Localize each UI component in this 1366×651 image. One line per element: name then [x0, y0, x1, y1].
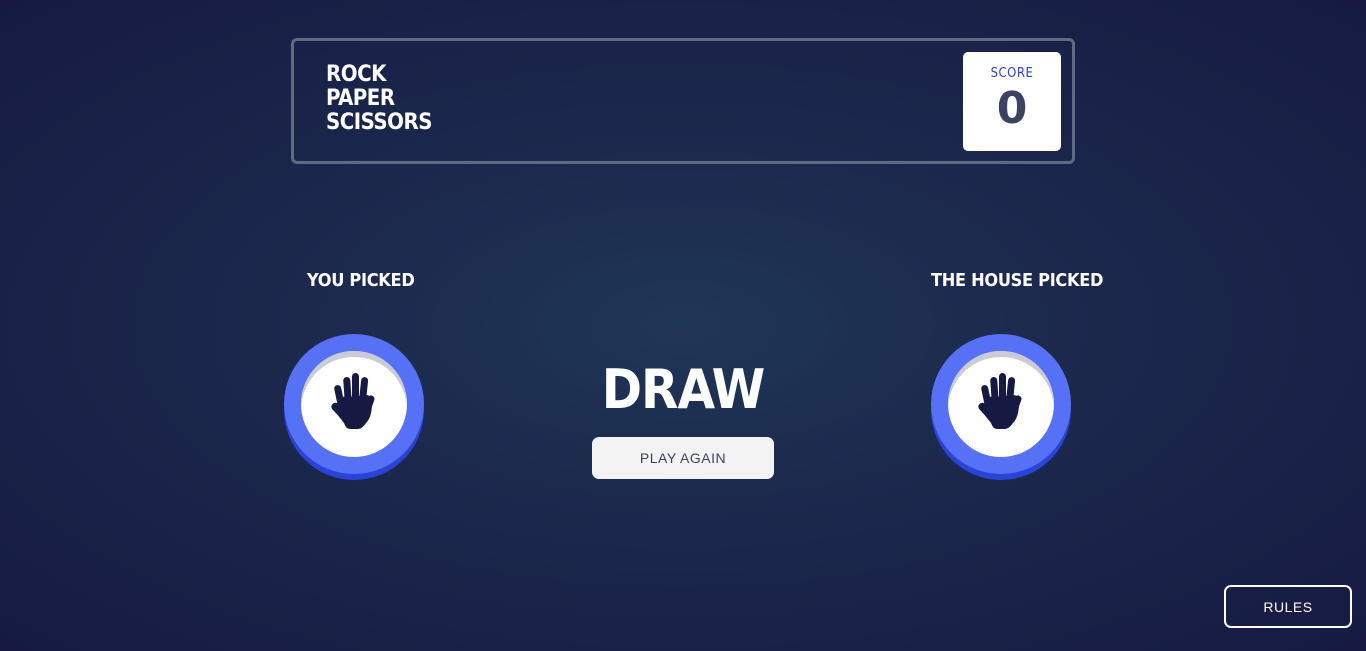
you-picked-label: YOU PICKED: [307, 270, 415, 291]
score-box: SCORE 0: [963, 52, 1061, 151]
play-again-button[interactable]: PLAY AGAIN: [592, 437, 774, 479]
game-header: ROCK PAPER SCISSORS SCORE 0: [291, 38, 1075, 164]
title-line-paper: PAPER: [326, 86, 395, 111]
result-text: DRAW: [601, 358, 766, 421]
rules-button[interactable]: RULES: [1224, 585, 1352, 628]
house-picked-label: THE HOUSE PICKED: [931, 270, 1104, 291]
title-line-rock: ROCK: [326, 62, 386, 87]
score-label: SCORE: [990, 66, 1034, 81]
score-value: 0: [996, 83, 1028, 134]
game-title: ROCK PAPER SCISSORS: [326, 63, 432, 135]
title-line-scissors: SCISSORS: [326, 110, 432, 135]
